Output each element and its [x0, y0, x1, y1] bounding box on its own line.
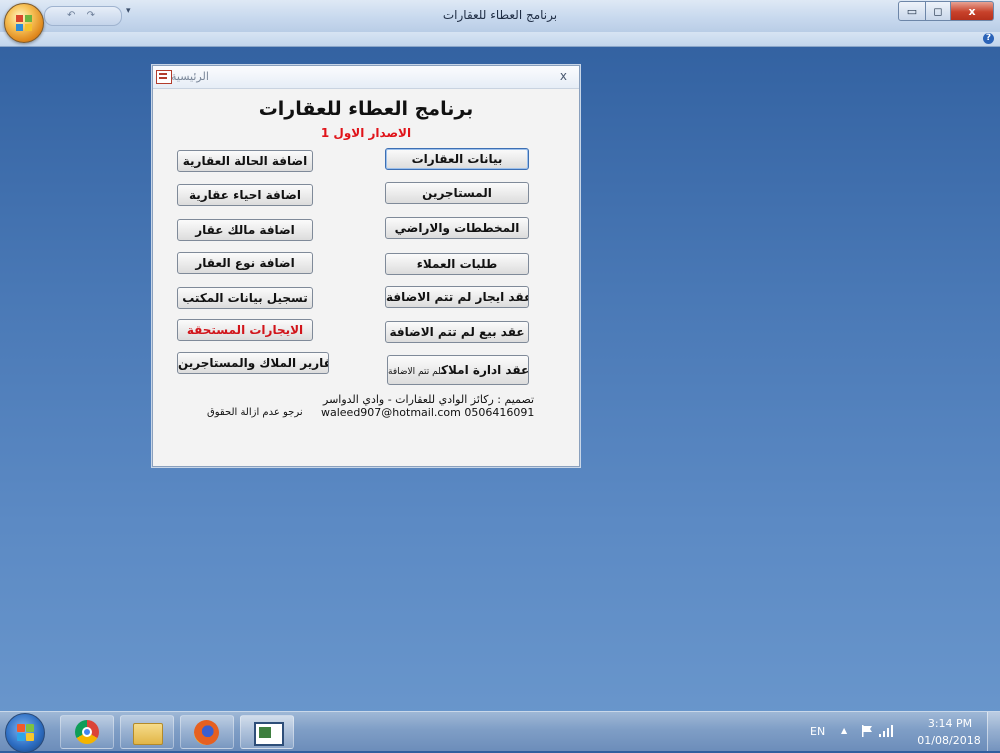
- clock-date[interactable]: 01/08/2018: [914, 734, 984, 747]
- tenants-button[interactable]: المستاجرين: [385, 182, 529, 204]
- taskbar-explorer[interactable]: [120, 715, 174, 749]
- add-property-type-button[interactable]: اضافة نوع العقار: [177, 252, 313, 274]
- customer-requests-button[interactable]: طلبات العملاء: [385, 253, 529, 275]
- office-data-button[interactable]: تسجيل بيانات المكتب: [177, 287, 313, 309]
- owners-tenants-reports-button[interactable]: تقارير الملاك والمستاجرين: [177, 352, 329, 374]
- chrome-icon: [75, 720, 99, 744]
- firefox-icon: [194, 720, 219, 745]
- network-signal-icon[interactable]: [878, 724, 894, 738]
- plans-and-lands-button[interactable]: المخططات والاراضي: [385, 217, 529, 239]
- credit-design: تصميم : ركائز الوادي للعقارات - وادي الد…: [323, 393, 535, 406]
- language-indicator[interactable]: EN: [810, 725, 825, 738]
- app-version: الاصدار الاول 1: [320, 126, 412, 140]
- office-button[interactable]: [4, 3, 44, 43]
- form-title-bar: الرئيسية x: [153, 66, 579, 89]
- help-icon[interactable]: ?: [983, 33, 994, 44]
- clock-time[interactable]: 3:14 PM: [920, 717, 980, 730]
- tray-expand-icon[interactable]: ▲: [841, 726, 847, 735]
- mgmt-contract-label: عقد ادارة املاك: [441, 363, 529, 377]
- rent-contract-button[interactable]: عقد ايجار لم تتم الاضافة: [385, 286, 529, 308]
- access-app-icon: [254, 722, 284, 746]
- maximize-button[interactable]: ◻: [925, 1, 951, 21]
- credit-contact: waleed907@hotmail.com 0506416091: [321, 406, 535, 419]
- close-button[interactable]: x: [950, 1, 994, 21]
- credit-rights: نرجو عدم ازالة الحقوق: [207, 407, 303, 418]
- start-button[interactable]: [5, 713, 45, 753]
- title-bar: ↶ ↷ ▾ برنامج العطاء للعقارات ▭ ◻ x: [0, 0, 1000, 43]
- due-rents-button[interactable]: الايجارات المستحقة: [177, 319, 313, 341]
- sale-contract-button[interactable]: عقد بيع لم تتم الاضافة: [385, 321, 529, 343]
- form-icon: [156, 70, 172, 84]
- office-logo-icon: [16, 15, 32, 31]
- taskbar-firefox[interactable]: [180, 715, 234, 749]
- flag-icon[interactable]: [860, 724, 874, 738]
- taskbar-access[interactable]: [240, 715, 294, 749]
- add-property-status-button[interactable]: اضافة الحالة العقارية: [177, 150, 313, 172]
- form-caption: الرئيسية: [171, 70, 209, 83]
- properties-data-button[interactable]: بيانات العقارات: [385, 148, 529, 170]
- close-icon: x: [968, 4, 976, 18]
- folder-icon: [133, 723, 163, 745]
- window-controls: ▭ ◻ x: [898, 1, 994, 21]
- add-districts-button[interactable]: اضافة احياء عقارية: [177, 184, 313, 206]
- add-owner-button[interactable]: اضافة مالك عقار: [177, 219, 313, 241]
- restore-icon: ◻: [933, 4, 943, 18]
- mgmt-contract-suffix: لم تتم الاضافة: [388, 367, 442, 377]
- form-close-icon[interactable]: x: [560, 69, 567, 83]
- app-title: برنامج العطاء للعقارات: [258, 98, 474, 120]
- taskbar: EN ▲ 3:14 PM 01/08/2018: [0, 711, 1000, 753]
- minimize-button[interactable]: ▭: [898, 1, 926, 21]
- minimize-icon: ▭: [906, 4, 918, 18]
- ribbon-collapsed: ?: [0, 32, 1000, 47]
- main-form: الرئيسية x برنامج العطاء للعقارات الاصدا…: [152, 65, 580, 467]
- property-management-contract-button[interactable]: عقد ادارة املاكلم تتم الاضافة: [387, 355, 529, 385]
- window-title: برنامج العطاء للعقارات: [442, 8, 558, 22]
- taskbar-chrome[interactable]: [60, 715, 114, 749]
- show-desktop-button[interactable]: [987, 712, 1000, 751]
